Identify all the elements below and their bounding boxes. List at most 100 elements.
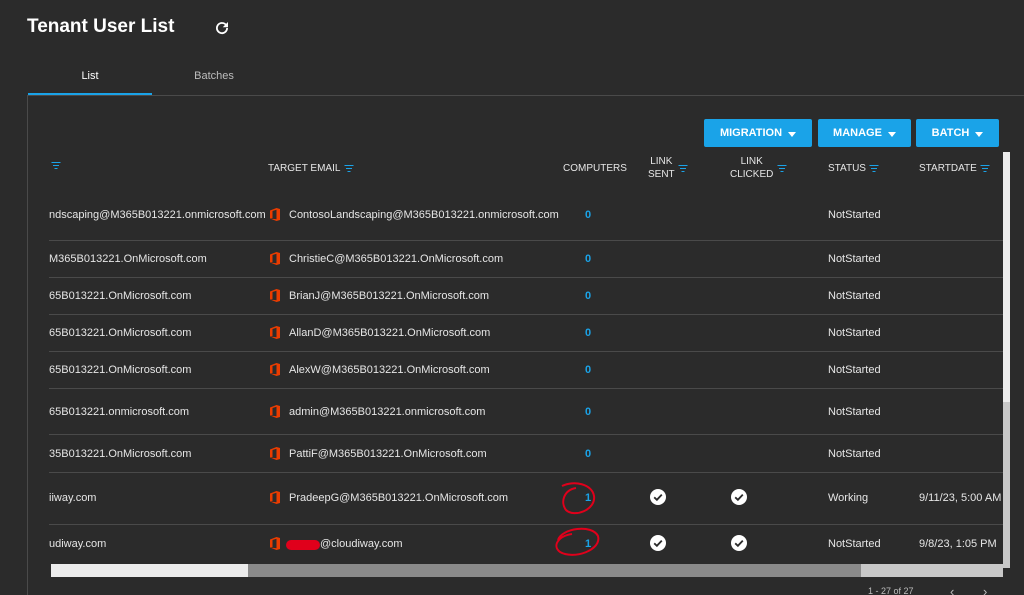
row-divider <box>49 524 1003 525</box>
source-email-cell: 65B013221.onmicrosoft.com <box>49 406 190 418</box>
chevron-right-icon[interactable]: › <box>983 584 987 595</box>
check-circle-icon <box>650 535 666 551</box>
redaction-mark <box>286 540 320 550</box>
migration-button[interactable]: MIGRATION <box>704 119 812 147</box>
tab-list[interactable]: List <box>28 70 152 82</box>
column-header-source[interactable] <box>51 162 60 169</box>
office-icon <box>269 405 281 418</box>
row-divider <box>49 434 1003 435</box>
tab-batches[interactable]: Batches <box>152 70 276 82</box>
computers-count-link[interactable]: 0 <box>585 364 591 376</box>
manage-button-label: MANAGE <box>833 127 882 139</box>
computers-count-link[interactable]: 0 <box>585 406 591 418</box>
filter-icon[interactable] <box>869 165 879 172</box>
column-header-link-clicked[interactable]: LINK CLICKED <box>730 155 787 181</box>
office-icon <box>269 447 281 460</box>
row-divider <box>49 314 1003 315</box>
source-email-cell: 65B013221.OnMicrosoft.com <box>49 290 192 302</box>
vertical-scrollbar-thumb[interactable] <box>1003 152 1010 402</box>
target-email-cell[interactable]: BrianJ@M365B013221.OnMicrosoft.com <box>289 290 489 302</box>
column-header-link-sent[interactable]: LINK SENT <box>648 155 688 181</box>
office-icon <box>269 363 281 376</box>
column-header-startdate[interactable]: STARTDATE <box>919 162 990 175</box>
startdate-cell: 9/11/23, 5:00 AM <box>919 492 1002 504</box>
target-email-cell[interactable]: AllanD@M365B013221.OnMicrosoft.com <box>289 327 490 339</box>
source-email-cell: udiway.com <box>49 538 107 550</box>
status-cell: NotStarted <box>828 448 881 460</box>
office-icon <box>269 537 281 550</box>
target-email-cell[interactable]: PradeepG@M365B013221.OnMicrosoft.com <box>289 492 508 504</box>
column-header-label: CLICKED <box>730 169 774 180</box>
migration-button-label: MIGRATION <box>719 127 783 139</box>
target-email-cell[interactable]: PattiF@M365B013221.OnMicrosoft.com <box>289 448 487 460</box>
status-cell: NotStarted <box>828 290 881 302</box>
computers-count-link[interactable]: 1 <box>585 538 591 550</box>
computers-count-link[interactable]: 0 <box>585 448 591 460</box>
chevron-down-icon <box>887 131 896 137</box>
computers-count-link[interactable]: 1 <box>585 492 591 504</box>
office-icon <box>269 208 281 221</box>
source-email-cell: iiway.com <box>49 492 97 504</box>
column-header-label: TARGET EMAIL <box>268 163 341 174</box>
chevron-down-icon <box>975 131 984 137</box>
status-cell: NotStarted <box>828 209 881 221</box>
computers-count-link[interactable]: 0 <box>585 209 591 221</box>
manage-button[interactable]: MANAGE <box>818 119 911 147</box>
column-header-target-email[interactable]: TARGET EMAIL <box>268 162 354 175</box>
computers-count-link[interactable]: 0 <box>585 290 591 302</box>
office-icon <box>269 326 281 339</box>
filter-icon[interactable] <box>51 162 60 169</box>
filter-icon[interactable] <box>777 164 787 172</box>
status-cell: NotStarted <box>828 406 881 418</box>
status-cell: NotStarted <box>828 364 881 376</box>
filter-icon[interactable] <box>980 165 990 172</box>
status-cell: NotStarted <box>828 538 881 550</box>
source-email-cell: ndscaping@M365B013221.onmicrosoft.com <box>49 209 266 221</box>
chevron-down-icon <box>788 131 797 137</box>
column-header-computers[interactable]: COMPUTERS <box>563 162 627 175</box>
row-divider <box>49 351 1003 352</box>
column-header-label: STARTDATE <box>919 163 977 174</box>
check-circle-icon <box>731 535 747 551</box>
check-circle-icon <box>731 489 747 505</box>
column-header-label: LINK <box>740 156 763 167</box>
source-email-cell: 65B013221.OnMicrosoft.com <box>49 364 192 376</box>
row-divider <box>49 277 1003 278</box>
refresh-icon[interactable] <box>213 19 231 37</box>
row-divider <box>49 472 1003 473</box>
batch-button[interactable]: BATCH <box>916 119 999 147</box>
column-header-label: LINK <box>650 156 673 167</box>
status-cell: NotStarted <box>828 327 881 339</box>
row-divider <box>49 240 1003 241</box>
target-email-cell[interactable]: @cloudiway.com <box>320 538 403 550</box>
column-header-label: COMPUTERS <box>563 163 627 174</box>
office-icon <box>269 491 281 504</box>
row-divider <box>49 388 1003 389</box>
source-email-cell: 65B013221.OnMicrosoft.com <box>49 327 192 339</box>
filter-icon[interactable] <box>678 164 688 172</box>
target-email-cell[interactable]: ChristieC@M365B013221.OnMicrosoft.com <box>289 253 503 265</box>
target-email-cell[interactable]: ContosoLandscaping@M365B013221.onmicroso… <box>289 209 559 221</box>
batch-button-label: BATCH <box>931 127 970 139</box>
source-email-cell: M365B013221.OnMicrosoft.com <box>49 253 207 265</box>
check-circle-icon <box>650 489 666 505</box>
horizontal-scrollbar-left <box>51 564 248 577</box>
computers-count-link[interactable]: 0 <box>585 253 591 265</box>
startdate-cell: 9/8/23, 1:05 PM <box>919 538 997 550</box>
pager-range: 1 - 27 of 27 <box>868 586 914 595</box>
source-email-cell: 35B013221.OnMicrosoft.com <box>49 448 192 460</box>
office-icon <box>269 252 281 265</box>
page-title: Tenant User List <box>27 16 175 37</box>
status-cell: Working <box>828 492 869 504</box>
horizontal-scrollbar-thumb[interactable] <box>248 564 861 577</box>
status-cell: NotStarted <box>828 253 881 265</box>
column-header-label: STATUS <box>828 163 866 174</box>
column-header-label: SENT <box>648 169 675 180</box>
filter-icon[interactable] <box>344 165 354 172</box>
chevron-left-icon[interactable]: ‹ <box>950 584 954 595</box>
computers-count-link[interactable]: 0 <box>585 327 591 339</box>
column-header-status[interactable]: STATUS <box>828 162 879 175</box>
target-email-cell[interactable]: AlexW@M365B013221.OnMicrosoft.com <box>289 364 490 376</box>
target-email-cell[interactable]: admin@M365B013221.onmicrosoft.com <box>289 406 485 418</box>
office-icon <box>269 289 281 302</box>
